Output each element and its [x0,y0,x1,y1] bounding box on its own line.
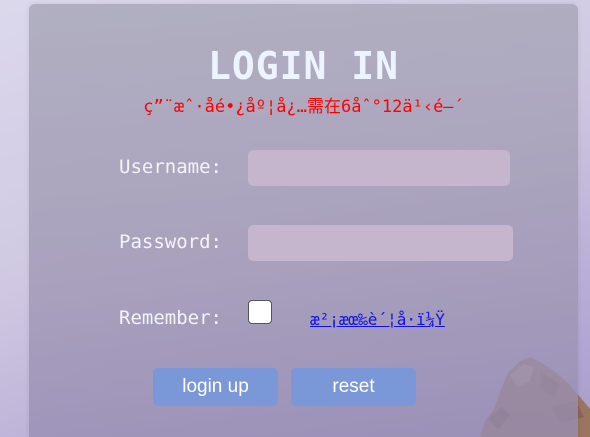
password-label: Password: [119,231,222,253]
login-button[interactable]: login up [153,368,278,406]
login-title: LOGIN IN [207,44,400,88]
password-input[interactable] [248,225,513,261]
reset-button[interactable]: reset [291,368,416,406]
username-length-hint: ç”¨æˆ·åé•¿åº¦å¿…需在6åˆ°12ä¹‹é—´ [143,97,464,117]
register-link[interactable]: æ²¡æœ‰è´¦å·ï¼Ÿ [310,309,445,331]
login-card: LOGIN IN ç”¨æˆ·åé•¿åº¦å¿…需在6åˆ°12ä¹‹é—… [29,4,578,437]
username-label: Username: [119,156,222,178]
username-input[interactable] [248,150,510,186]
remember-label: Remember: [119,307,222,329]
remember-checkbox[interactable] [248,300,272,324]
